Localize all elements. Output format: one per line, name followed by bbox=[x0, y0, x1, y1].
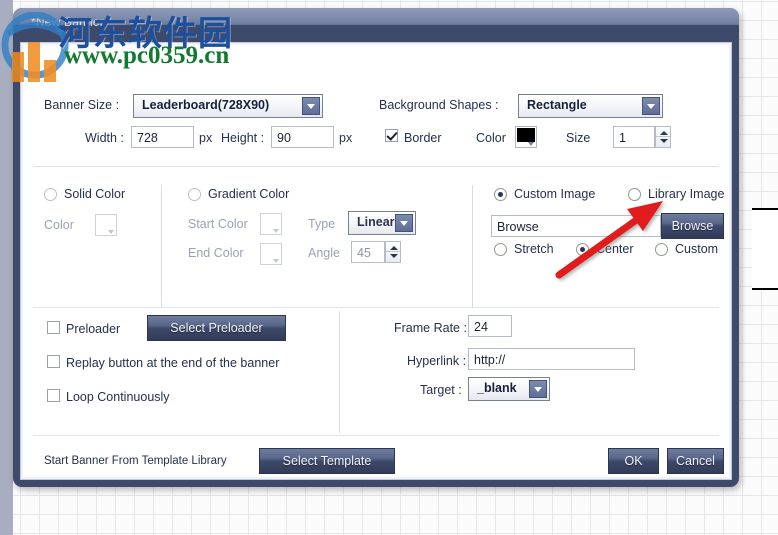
end-color-swatch[interactable] bbox=[260, 243, 282, 265]
preloader-checkbox[interactable] bbox=[47, 321, 60, 334]
left-rail bbox=[0, 0, 13, 535]
height-label: Height : bbox=[221, 131, 265, 145]
image-path-input[interactable]: Browse bbox=[491, 215, 661, 237]
canvas-banner-strip bbox=[752, 208, 778, 290]
section-divider-2 bbox=[33, 307, 719, 308]
solid-color-radio[interactable] bbox=[44, 188, 57, 201]
library-image-label: Library Image bbox=[648, 187, 725, 201]
center-label: Center bbox=[596, 242, 634, 256]
chevron-down-icon bbox=[108, 230, 114, 234]
gradient-angle-label: Angle bbox=[308, 246, 340, 260]
hyperlink-input[interactable]: http:// bbox=[468, 348, 635, 370]
stretch-label: Stretch bbox=[514, 242, 554, 256]
border-color-swatch[interactable] bbox=[515, 126, 537, 148]
banner-size-label: Banner Size : bbox=[44, 98, 120, 112]
chevron-down-icon bbox=[528, 142, 534, 146]
end-color-label: End Color bbox=[188, 246, 244, 260]
cancel-button[interactable]: Cancel bbox=[667, 448, 724, 474]
height-input[interactable]: 90 bbox=[271, 126, 334, 148]
end-color-fill bbox=[262, 245, 280, 259]
fill-divider-1 bbox=[161, 185, 162, 307]
border-size-input[interactable]: 1 bbox=[613, 126, 655, 148]
loop-checkbox[interactable] bbox=[47, 389, 60, 402]
chevron-down-icon[interactable] bbox=[302, 97, 320, 115]
target-combo-value: _blank bbox=[477, 381, 517, 395]
frame-rate-label: Frame Rate : bbox=[394, 321, 467, 335]
replay-label: Replay button at the end of the banner bbox=[66, 356, 280, 370]
gradient-color-radio[interactable] bbox=[188, 188, 201, 201]
fill-divider-2 bbox=[472, 185, 473, 307]
banner-size-combo[interactable]: Leaderboard(728X90) bbox=[133, 94, 323, 118]
center-radio[interactable] bbox=[576, 243, 589, 256]
border-color-label: Color bbox=[476, 131, 506, 145]
chevron-down-icon[interactable] bbox=[529, 380, 547, 398]
chevron-down-icon bbox=[273, 259, 279, 263]
solid-color-fill bbox=[97, 216, 115, 230]
border-size-label: Size bbox=[566, 131, 591, 145]
custom-image-label: Custom Image bbox=[514, 187, 596, 201]
border-color-fill bbox=[517, 128, 535, 142]
background-shapes-combo[interactable]: Rectangle bbox=[518, 94, 663, 118]
chevron-down-icon[interactable] bbox=[395, 214, 413, 232]
gradient-type-combo-value: Linear bbox=[357, 215, 395, 229]
library-image-radio[interactable] bbox=[628, 188, 641, 201]
spinner-divider bbox=[656, 136, 670, 137]
hyperlink-label: Hyperlink : bbox=[407, 354, 467, 368]
solid-color-label: Solid Color bbox=[64, 187, 126, 201]
target-combo[interactable]: _blank bbox=[468, 377, 550, 401]
chevron-down-icon bbox=[273, 229, 279, 233]
start-color-fill bbox=[262, 215, 280, 229]
banner-size-combo-value: Leaderboard(728X90) bbox=[142, 98, 270, 112]
solid-color-swatch[interactable] bbox=[95, 214, 117, 236]
gradient-type-label: Type bbox=[308, 217, 336, 231]
chevron-down-icon[interactable] bbox=[642, 97, 660, 115]
select-template-button[interactable]: Select Template bbox=[259, 448, 395, 474]
select-preloader-button[interactable]: Select Preloader bbox=[147, 315, 286, 341]
width-input[interactable]: 728 bbox=[131, 126, 194, 148]
background-shapes-combo-value: Rectangle bbox=[527, 98, 587, 112]
frame-rate-input[interactable]: 24 bbox=[468, 315, 512, 337]
gradient-type-combo[interactable]: Linear bbox=[348, 211, 416, 235]
border-size-spinner[interactable] bbox=[655, 126, 671, 148]
custom-image-radio[interactable] bbox=[494, 188, 507, 201]
dialog-titlebar[interactable]: *New Banner bbox=[13, 8, 739, 44]
template-library-text: Start Banner From Template Library bbox=[44, 455, 227, 467]
playback-divider bbox=[339, 311, 340, 433]
gradient-angle-input[interactable]: 45 bbox=[351, 241, 385, 263]
section-divider-1 bbox=[33, 166, 719, 167]
section-divider-3 bbox=[33, 435, 719, 436]
start-color-label: Start Color bbox=[188, 217, 248, 231]
replay-checkbox[interactable] bbox=[47, 355, 60, 368]
border-label: Border bbox=[404, 131, 442, 145]
preloader-label: Preloader bbox=[66, 322, 121, 336]
new-banner-dialog: *New Banner Banner Size : Leaderboard(72… bbox=[13, 8, 739, 487]
width-unit-label: px bbox=[199, 131, 213, 145]
spinner-divider bbox=[386, 251, 400, 252]
loop-label: Loop Continuously bbox=[66, 390, 170, 404]
stretch-radio[interactable] bbox=[494, 243, 507, 256]
browse-button[interactable]: Browse bbox=[661, 213, 724, 239]
border-checkbox[interactable] bbox=[385, 129, 398, 142]
custom-fit-label: Custom bbox=[675, 242, 719, 256]
dialog-client-area: Banner Size : Leaderboard(728X90) Backgr… bbox=[20, 42, 732, 480]
gradient-angle-spinner[interactable] bbox=[385, 241, 401, 263]
start-color-swatch[interactable] bbox=[260, 213, 282, 235]
background-shapes-label: Background Shapes : bbox=[379, 98, 499, 112]
solid-color-color-label: Color bbox=[44, 218, 74, 232]
height-unit-label: px bbox=[339, 131, 353, 145]
ok-button[interactable]: OK bbox=[608, 448, 659, 474]
target-label: Target : bbox=[420, 383, 462, 397]
custom-fit-radio[interactable] bbox=[655, 243, 668, 256]
dialog-title: *New Banner bbox=[31, 15, 104, 29]
width-label: Width : bbox=[85, 131, 124, 145]
gradient-color-label: Gradient Color bbox=[208, 187, 290, 201]
